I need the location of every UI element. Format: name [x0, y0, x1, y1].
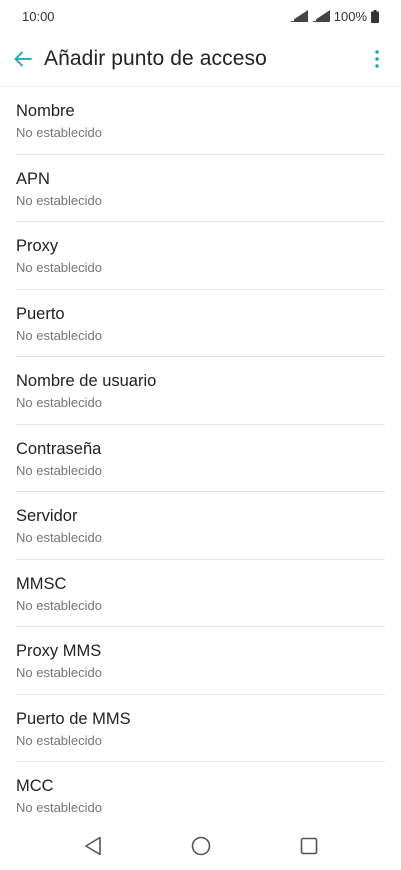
- signal-icon: [311, 10, 330, 22]
- list-item-puerto[interactable]: Puerto No establecido: [0, 290, 401, 358]
- item-value: No establecido: [16, 260, 102, 275]
- list-item-mcc[interactable]: MCC No establecido: [0, 762, 401, 830]
- status-time: 10:00: [22, 8, 55, 24]
- item-title: APN: [16, 169, 50, 188]
- item-value: No establecido: [16, 327, 102, 343]
- item-title: Proxy MMS: [16, 642, 102, 660]
- status-bar: 10:00 100%: [0, 0, 401, 32]
- item-title: Proxy: [16, 237, 59, 255]
- list-item-mmsc[interactable]: MMSC No establecido: [0, 560, 401, 628]
- item-title: MMSC: [16, 574, 67, 593]
- nav-recents-button[interactable]: [291, 828, 327, 864]
- item-title: Nombre: [16, 102, 75, 120]
- signal-icon: [289, 10, 308, 22]
- item-value: No establecido: [16, 597, 102, 613]
- app-bar: Añadir punto de acceso: [0, 32, 401, 86]
- page-title: Añadir punto de acceso: [44, 47, 267, 70]
- item-value: No establecido: [16, 462, 102, 478]
- item-value: No establecido: [16, 530, 102, 545]
- item-title: Nombre de usuario: [16, 372, 157, 390]
- list-item-puerto-de-mms[interactable]: Puerto de MMS No establecido: [0, 695, 401, 763]
- navigation-bar: [0, 822, 401, 870]
- item-title: Contraseña: [16, 439, 102, 458]
- list-item-contrasena[interactable]: Contraseña No establecido: [0, 425, 401, 493]
- status-icons: 100%: [289, 8, 379, 24]
- arrow-left-icon: [14, 51, 32, 67]
- item-value: No establecido: [16, 192, 102, 208]
- back-button[interactable]: [12, 48, 34, 70]
- list-item-nombre[interactable]: Nombre No establecido: [0, 87, 401, 155]
- item-title: Servidor: [16, 507, 78, 525]
- battery-level: 100%: [333, 8, 367, 24]
- square-recents-icon: [300, 837, 317, 855]
- triangle-back-icon: [84, 836, 101, 856]
- item-value: No establecido: [16, 125, 102, 140]
- list-item-nombre-de-usuario[interactable]: Nombre de usuario No establecido: [0, 357, 401, 425]
- nav-back-button[interactable]: [75, 828, 111, 864]
- item-value: No establecido: [16, 800, 102, 815]
- item-value: No establecido: [16, 665, 102, 680]
- more-options-button[interactable]: [365, 43, 389, 75]
- battery-icon: [371, 9, 379, 23]
- apn-settings-list: Nombre No establecido APN No establecido…: [0, 86, 401, 830]
- list-item-servidor[interactable]: Servidor No establecido: [0, 492, 401, 560]
- item-title: Puerto de MMS: [16, 709, 131, 728]
- more-vert-icon: [375, 50, 379, 68]
- item-value: No establecido: [16, 395, 102, 410]
- list-item-proxy-mms[interactable]: Proxy MMS No establecido: [0, 627, 401, 695]
- list-item-apn[interactable]: APN No establecido: [0, 155, 401, 223]
- list-item-proxy[interactable]: Proxy No establecido: [0, 222, 401, 290]
- nav-home-button[interactable]: [183, 828, 219, 864]
- item-title: Puerto: [16, 304, 65, 323]
- item-title: MCC: [16, 777, 54, 795]
- item-value: No establecido: [16, 732, 102, 748]
- circle-home-icon: [191, 836, 210, 856]
